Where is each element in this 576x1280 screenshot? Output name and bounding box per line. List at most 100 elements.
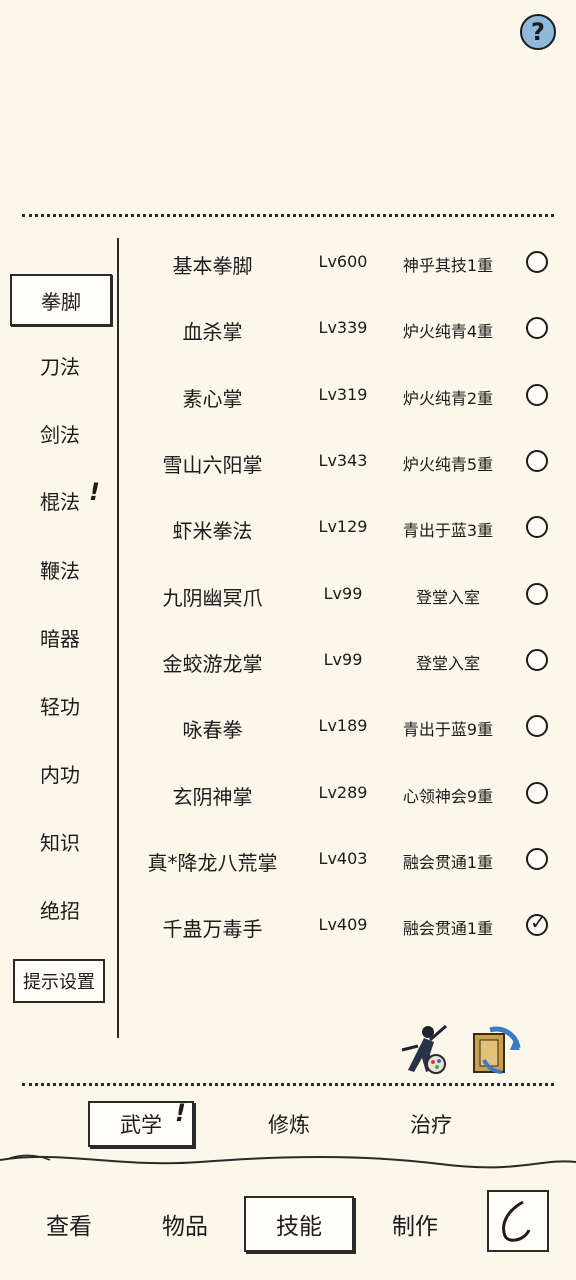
skill-row[interactable]: 咏春拳 Lv189 青出于蓝9重	[130, 706, 560, 746]
nav-craft[interactable]: 制作	[360, 1196, 470, 1252]
category-whip[interactable]: 鞭法	[12, 549, 108, 589]
category-label: 刀法	[40, 354, 80, 379]
select-radio-checked[interactable]: ✓	[526, 910, 548, 936]
category-internal[interactable]: 内功	[12, 753, 108, 793]
nav-label: 制作	[392, 1214, 438, 1240]
top-divider	[22, 214, 554, 217]
category-label: 轻功	[40, 694, 80, 719]
skill-row[interactable]: 雪山六阳掌 Lv343 炉火纯青5重	[130, 441, 560, 481]
skill-name: 九阴幽冥爪	[162, 586, 263, 610]
skill-rank: 心领神会9重	[402, 787, 494, 806]
nav-label: 技能	[276, 1214, 322, 1240]
skill-level: Lv343	[318, 451, 368, 470]
skill-level: Lv600	[318, 252, 368, 271]
skill-name: 血杀掌	[182, 320, 243, 344]
category-label: 鞭法	[40, 558, 80, 583]
skill-rank: 炉火纯青2重	[402, 389, 494, 408]
category-label: 内功	[40, 762, 80, 787]
skill-level: Lv129	[318, 517, 368, 536]
skill-name: 雪山六阳掌	[162, 453, 263, 477]
skill-row[interactable]: 血杀掌 Lv339 炉火纯青4重	[130, 308, 560, 348]
help-button[interactable]: ?	[520, 14, 556, 50]
skill-book-swap-icon[interactable]	[466, 1020, 526, 1080]
category-hidden-weapon[interactable]: 暗器	[12, 617, 108, 657]
skill-row[interactable]: 金蛟游龙掌 Lv99 登堂入室	[130, 640, 560, 680]
select-radio[interactable]	[526, 715, 548, 737]
nav-skills[interactable]: 技能	[244, 1196, 354, 1252]
nav-label: 物品	[162, 1214, 208, 1240]
brush-stroke-divider	[0, 1154, 576, 1169]
category-staff[interactable]: 棍法 !	[12, 478, 108, 520]
select-radio[interactable]	[526, 251, 548, 273]
category-label: 棍法	[40, 489, 80, 514]
skill-level: Lv339	[318, 318, 368, 337]
skill-name: 千蛊万毒手	[162, 917, 263, 941]
select-radio[interactable]	[526, 782, 548, 804]
category-blade[interactable]: 刀法	[12, 345, 108, 385]
skill-level: Lv289	[318, 783, 368, 802]
skill-name: 虾米拳法	[172, 519, 253, 543]
skill-name: 咏春拳	[182, 718, 243, 742]
alert-icon: !	[175, 1099, 186, 1127]
skill-rank: 融会贯通1重	[402, 853, 494, 872]
skill-name: 玄阴神掌	[172, 785, 253, 809]
skill-rank: 神乎其技1重	[402, 256, 494, 275]
skill-row[interactable]: 九阴幽冥爪 Lv99 登堂入室	[130, 574, 560, 614]
skill-rank: 炉火纯青5重	[402, 455, 494, 474]
subtab-label: 治疗	[410, 1113, 452, 1137]
category-ultimate[interactable]: 绝招	[12, 889, 108, 929]
skill-rank: 青出于蓝3重	[402, 521, 494, 540]
skill-rank: 登堂入室	[415, 588, 480, 607]
skill-rank: 登堂入室	[415, 654, 480, 673]
select-radio[interactable]	[526, 450, 548, 472]
category-label: 剑法	[40, 422, 80, 447]
skill-level: Lv319	[318, 385, 368, 404]
subtab-label: 武学	[120, 1113, 162, 1137]
checkmark-icon: ✓	[530, 910, 547, 934]
skill-name: 基本拳脚	[172, 254, 253, 278]
skill-rank: 青出于蓝9重	[402, 720, 494, 739]
select-radio[interactable]	[526, 384, 548, 406]
skill-row[interactable]: 素心掌 Lv319 炉火纯青2重	[130, 375, 560, 415]
help-label: ?	[531, 18, 545, 46]
skill-row[interactable]: 玄阴神掌 Lv289 心领神会9重	[130, 773, 560, 813]
select-radio[interactable]	[526, 516, 548, 538]
martial-artist-icon[interactable]	[394, 1020, 454, 1080]
skill-row[interactable]: 千蛊万毒手 Lv409 融会贯通1重 ✓	[130, 905, 560, 945]
skill-name: 素心掌	[182, 387, 243, 411]
hint-settings-button[interactable]: 提示设置	[13, 959, 105, 1003]
skill-rank: 融会贯通1重	[402, 919, 494, 938]
category-fist[interactable]: 拳脚	[10, 274, 112, 326]
skill-row[interactable]: 真*降龙八荒掌 Lv403 融会贯通1重	[130, 839, 560, 879]
nav-items[interactable]: 物品	[130, 1196, 240, 1252]
category-label: 暗器	[40, 626, 80, 651]
category-divider	[117, 238, 119, 1038]
category-label: 拳脚	[41, 289, 81, 314]
category-lightness[interactable]: 轻功	[12, 685, 108, 725]
select-radio[interactable]	[526, 317, 548, 339]
nav-label: 查看	[46, 1214, 92, 1240]
skill-rank: 炉火纯青4重	[402, 322, 494, 341]
skill-name: 真*降龙八荒掌	[147, 851, 278, 875]
category-knowledge[interactable]: 知识	[12, 821, 108, 861]
skill-level: Lv409	[318, 915, 368, 934]
bottom-divider	[22, 1083, 554, 1086]
category-sword[interactable]: 剑法	[12, 413, 108, 453]
select-radio[interactable]	[526, 848, 548, 870]
skill-name: 金蛟游龙掌	[162, 652, 263, 676]
alert-icon: !	[89, 478, 100, 506]
select-radio[interactable]	[526, 649, 548, 671]
skill-level: Lv99	[323, 650, 363, 669]
skill-row[interactable]: 虾米拳法 Lv129 青出于蓝3重	[130, 507, 560, 547]
nav-view[interactable]: 查看	[14, 1196, 124, 1252]
category-label: 绝招	[40, 898, 80, 923]
skill-level: Lv403	[318, 849, 368, 868]
hint-settings-label: 提示设置	[23, 972, 95, 993]
select-radio[interactable]	[526, 583, 548, 605]
back-button[interactable]	[487, 1190, 549, 1252]
subtab-label: 修炼	[268, 1113, 310, 1137]
back-arrow-icon	[502, 1200, 531, 1242]
category-label: 知识	[40, 830, 80, 855]
skill-level: Lv189	[318, 716, 368, 735]
skill-row[interactable]: 基本拳脚 Lv600 神乎其技1重	[130, 242, 560, 282]
